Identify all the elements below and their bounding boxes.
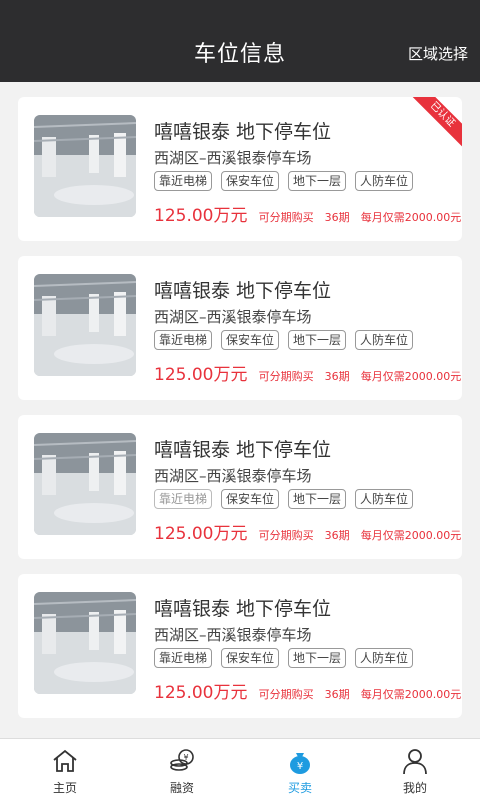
price: 125.00万元 bbox=[154, 524, 248, 544]
parking-photo bbox=[34, 274, 136, 376]
price-row: 125.00万元 可分期购买 36期 每月仅需2000.00元 bbox=[154, 678, 461, 703]
tag: 保安车位 bbox=[221, 330, 280, 350]
tag: 人防车位 bbox=[355, 648, 414, 668]
price: 125.00万元 bbox=[154, 206, 248, 226]
svg-text:¥: ¥ bbox=[297, 761, 303, 772]
tag: 人防车位 bbox=[355, 489, 414, 509]
tag: 靠近电梯 bbox=[154, 489, 213, 509]
tag: 地下一层 bbox=[288, 330, 347, 350]
money-bag-icon: ¥ bbox=[290, 753, 310, 774]
tag: 保安车位 bbox=[221, 648, 280, 668]
tag-list: 靠近电梯 保安车位 地下一层 人防车位 bbox=[154, 171, 414, 191]
price-row: 125.00万元 可分期购买 36期 每月仅需2000.00元 bbox=[154, 360, 461, 385]
tab-label: 主页 bbox=[52, 781, 77, 795]
periods-text: 36期 bbox=[324, 211, 350, 224]
user-icon bbox=[403, 749, 427, 775]
parking-card[interactable]: 嘻嘻银泰 地下停车位 西湖区–西溪银泰停车场 靠近电梯 保安车位 地下一层 人防… bbox=[18, 256, 462, 400]
tab-label: 买卖 bbox=[287, 781, 312, 795]
tab-finance[interactable]: ¥ 融资 bbox=[122, 739, 242, 800]
verified-badge: 已认证 bbox=[400, 97, 462, 157]
periods-text: 36期 bbox=[324, 370, 350, 383]
tag: 人防车位 bbox=[355, 330, 414, 350]
price: 125.00万元 bbox=[154, 365, 248, 385]
monthly-text: 每月仅需2000.00元 bbox=[360, 688, 462, 701]
top-bar: 车位信息 区域选择 bbox=[0, 0, 480, 82]
periods-text: 36期 bbox=[324, 529, 350, 542]
monthly-text: 每月仅需2000.00元 bbox=[360, 529, 462, 542]
tag-list: 靠近电梯 保安车位 地下一层 人防车位 bbox=[154, 648, 414, 668]
price-row: 125.00万元 可分期购买 36期 每月仅需2000.00元 bbox=[154, 519, 461, 544]
installment-text: 可分期购买 bbox=[258, 529, 314, 542]
home-icon bbox=[53, 749, 77, 772]
periods-text: 36期 bbox=[324, 688, 350, 701]
tag: 靠近电梯 bbox=[154, 330, 213, 350]
parking-name: 嘻嘻银泰 地下停车位 bbox=[154, 280, 332, 302]
tab-label: 我的 bbox=[402, 781, 427, 795]
parking-address: 西湖区–西溪银泰停车场 bbox=[154, 467, 312, 485]
parking-photo bbox=[34, 433, 136, 535]
tag: 靠近电梯 bbox=[154, 648, 213, 668]
price: 125.00万元 bbox=[154, 683, 248, 703]
tag: 地下一层 bbox=[288, 648, 347, 668]
coins-icon: ¥ bbox=[170, 749, 194, 771]
tag: 保安车位 bbox=[221, 171, 280, 191]
tag-list: 靠近电梯 保安车位 地下一层 人防车位 bbox=[154, 489, 414, 509]
parking-address: 西湖区–西溪银泰停车场 bbox=[154, 626, 312, 644]
parking-card[interactable]: 嘻嘻银泰 地下停车位 西湖区–西溪银泰停车场 靠近电梯 保安车位 地下一层 人防… bbox=[18, 97, 462, 241]
tab-trade[interactable]: ¥ 买卖 bbox=[240, 739, 360, 800]
monthly-text: 每月仅需2000.00元 bbox=[360, 211, 462, 224]
parking-photo bbox=[34, 592, 136, 694]
region-select-button[interactable]: 区域选择 bbox=[408, 43, 468, 64]
tab-mine[interactable]: 我的 bbox=[355, 739, 475, 800]
tab-home[interactable]: 主页 bbox=[5, 739, 125, 800]
installment-text: 可分期购买 bbox=[258, 211, 314, 224]
parking-card[interactable]: 嘻嘻银泰 地下停车位 西湖区–西溪银泰停车场 靠近电梯 保安车位 地下一层 人防… bbox=[18, 415, 462, 559]
parking-address: 西湖区–西溪银泰停车场 bbox=[154, 149, 312, 167]
tag: 保安车位 bbox=[221, 489, 280, 509]
parking-name: 嘻嘻银泰 地下停车位 bbox=[154, 598, 332, 620]
installment-text: 可分期购买 bbox=[258, 688, 314, 701]
bottom-tab-bar: 主页 ¥ 融资 ¥ 买卖 我的 bbox=[0, 738, 480, 800]
tag: 地下一层 bbox=[288, 489, 347, 509]
installment-text: 可分期购买 bbox=[258, 370, 314, 383]
parking-card[interactable]: 嘻嘻银泰 地下停车位 西湖区–西溪银泰停车场 靠近电梯 保安车位 地下一层 人防… bbox=[18, 574, 462, 718]
parking-photo bbox=[34, 115, 136, 217]
parking-address: 西湖区–西溪银泰停车场 bbox=[154, 308, 312, 326]
tag: 靠近电梯 bbox=[154, 171, 213, 191]
price-row: 125.00万元 可分期购买 36期 每月仅需2000.00元 bbox=[154, 201, 461, 226]
parking-name: 嘻嘻银泰 地下停车位 bbox=[154, 439, 332, 461]
tab-label: 融资 bbox=[169, 781, 194, 795]
tag: 人防车位 bbox=[355, 171, 414, 191]
monthly-text: 每月仅需2000.00元 bbox=[360, 370, 462, 383]
parking-name: 嘻嘻银泰 地下停车位 bbox=[154, 121, 332, 143]
svg-text:¥: ¥ bbox=[183, 753, 188, 762]
tag: 地下一层 bbox=[288, 171, 347, 191]
tag-list: 靠近电梯 保安车位 地下一层 人防车位 bbox=[154, 330, 414, 350]
